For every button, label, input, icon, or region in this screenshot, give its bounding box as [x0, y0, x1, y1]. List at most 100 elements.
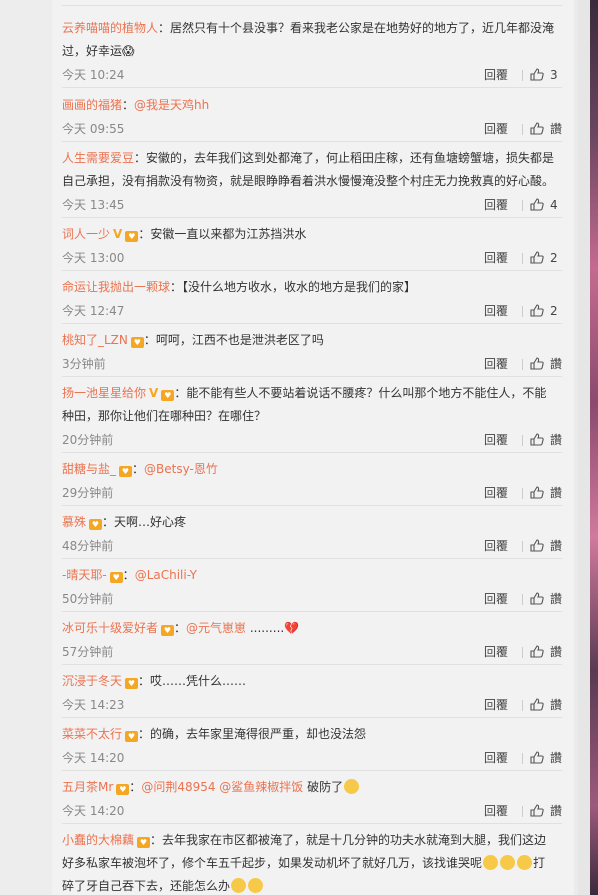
fan-badge-icon: ♥: [89, 519, 103, 530]
thumbs-up-icon: [530, 804, 544, 817]
comment-text: ：能不能有些人不要站着说话不腰疼？什么叫那个地方不能住人，不能: [174, 386, 547, 400]
like-count: 讚: [550, 592, 563, 606]
comment-username[interactable]: 慕殊: [62, 515, 86, 529]
like-button[interactable]: 讚: [530, 640, 562, 664]
thumbs-up-icon: [530, 251, 544, 264]
comment-username[interactable]: 扬一池星星给你: [62, 386, 146, 400]
comment-meta: 29分钟前 回覆 讚: [62, 481, 562, 505]
comment-body: 画画的福猪：@我是天鸡hh: [62, 94, 562, 117]
comment-text: ：天啊…好心疼: [102, 515, 187, 529]
fan-badge-icon: ♥: [125, 231, 139, 242]
reply-button[interactable]: 回覆: [484, 193, 508, 217]
divider: [522, 124, 523, 135]
comment-meta: 57分钟前 回覆 讚: [62, 640, 562, 664]
fan-badge-icon: ♥: [125, 731, 139, 742]
comment-time: 57分钟前: [62, 645, 114, 659]
like-button[interactable]: 讚: [530, 428, 562, 452]
comment-time: 今天 12:47: [62, 304, 125, 318]
mention-link[interactable]: @问荆48954 @鲨鱼辣椒拌饭: [141, 780, 303, 794]
divider: [522, 435, 523, 446]
comment-item: 菜菜不太行 ♥ ：的确，去年家里淹得很严重，却也没法怨 今天 14:20 回覆 讚: [62, 723, 562, 771]
like-count: 2: [550, 251, 558, 265]
crying-emoji-icon: [344, 779, 360, 794]
fan-badge-icon: ♥: [109, 572, 123, 583]
comment-body: -晴天耶- ♥ ：@LaChili-Y: [62, 564, 562, 587]
reply-button[interactable]: 回覆: [484, 693, 508, 717]
like-button[interactable]: 讚: [530, 693, 562, 717]
comment-text-continued: 好多私家车被泡坏了，修个车五千起步，如果发动机坏了就好几万，该找谁哭呢: [62, 856, 483, 870]
comment-text: ：居然只有十个县没事？看来我老公家是在地势好的地方了，近几年都没淹: [158, 21, 555, 35]
like-button[interactable]: 讚: [530, 117, 562, 141]
thumbs-up-icon: [530, 751, 544, 764]
fan-badge-icon: ♥: [119, 466, 133, 477]
comment-body: 词人一少 V ♥ ：安徽一直以来都为江苏挡洪水: [62, 223, 562, 246]
comment-username[interactable]: 菜菜不太行: [62, 727, 122, 741]
mention-link[interactable]: @我是天鸡hh: [134, 98, 209, 112]
like-button[interactable]: 讚: [530, 799, 562, 823]
reply-button[interactable]: 回覆: [484, 63, 508, 87]
comment-meta: 50分钟前 回覆 讚: [62, 587, 562, 611]
reply-button[interactable]: 回覆: [484, 534, 508, 558]
comment-meta: 今天 14:20 回覆 讚: [62, 799, 562, 823]
reply-button[interactable]: 回覆: [484, 428, 508, 452]
comment-username[interactable]: 画画的福猪: [62, 98, 122, 112]
like-button[interactable]: 讚: [530, 481, 562, 505]
like-count: 讚: [550, 122, 563, 136]
thumbs-up-icon: [530, 357, 544, 370]
thumbs-up-icon: [530, 698, 544, 711]
like-button[interactable]: 讚: [530, 587, 562, 611]
like-button[interactable]: 2: [530, 246, 558, 270]
left-gutter: [0, 0, 52, 895]
comment-username[interactable]: 甜糖与盐_: [62, 462, 116, 476]
comment-username[interactable]: 桃知了_LZN: [62, 333, 128, 347]
smile-emoji-icon: [248, 878, 264, 893]
previous-comment-fragment: [62, 0, 562, 6]
thumbs-up-icon: [530, 539, 544, 552]
reply-button[interactable]: 回覆: [484, 799, 508, 823]
comment-username[interactable]: 小蠢的大棉藕: [62, 833, 134, 847]
comment-body: 命运让我抛出一颗球：【没什么地方收水，收水的地方是我们的家】: [62, 276, 562, 299]
fan-badge-icon: ♥: [137, 837, 151, 848]
comment-username[interactable]: 五月茶Mr: [62, 780, 113, 794]
like-button[interactable]: 4: [530, 193, 558, 217]
verified-v-icon: V: [113, 227, 123, 241]
comment-item: 人生需要爱豆：安徽的，去年我们这到处都淹了，何止稻田庄稼，还有鱼塘螃蟹塘，损失都…: [62, 147, 562, 218]
reply-button[interactable]: 回覆: [484, 352, 508, 376]
like-button[interactable]: 讚: [530, 534, 562, 558]
reply-button[interactable]: 回覆: [484, 640, 508, 664]
mention-link[interactable]: @Betsy-恩竹: [144, 462, 218, 476]
comment-username[interactable]: 命运让我抛出一颗球: [62, 280, 170, 294]
like-count: 2: [550, 304, 558, 318]
comment-meta: 今天 13:45 回覆 4: [62, 193, 562, 217]
mention-link[interactable]: @元气崽崽: [186, 621, 246, 635]
reply-button[interactable]: 回覆: [484, 481, 508, 505]
reply-button[interactable]: 回覆: [484, 746, 508, 770]
comment-username[interactable]: 沉浸于冬天: [62, 674, 122, 688]
reply-button[interactable]: 回覆: [484, 299, 508, 323]
divider: [522, 753, 523, 764]
comment-text: ：的确，去年家里淹得很严重，却也没法怨: [138, 727, 367, 741]
comment-username[interactable]: 人生需要爱豆: [62, 151, 134, 165]
reply-button[interactable]: 回覆: [484, 246, 508, 270]
comment-username[interactable]: 词人一少: [62, 227, 110, 241]
like-count: 讚: [550, 357, 563, 371]
like-button[interactable]: 讚: [530, 746, 562, 770]
comment-item: 词人一少 V ♥ ：安徽一直以来都为江苏挡洪水 今天 13:00 回覆 2: [62, 223, 562, 271]
comment-username[interactable]: -晴天耶-: [62, 568, 107, 582]
comment-text: ：安徽一直以来都为江苏挡洪水: [138, 227, 307, 241]
reply-button[interactable]: 回覆: [484, 587, 508, 611]
like-button[interactable]: 2: [530, 299, 558, 323]
reply-button[interactable]: 回覆: [484, 117, 508, 141]
comment-text-after: 破防了: [303, 780, 344, 794]
comment-meta: 20分钟前 回覆 讚: [62, 428, 562, 452]
comment-item: 画画的福猪：@我是天鸡hh 今天 09:55 回覆 讚: [62, 94, 562, 142]
comment-username[interactable]: 冰可乐十级爱好者: [62, 621, 158, 635]
comment-username[interactable]: 云养喵喵的植物人: [62, 21, 158, 35]
mention-link[interactable]: @LaChili-Y: [135, 568, 197, 582]
smile-emoji-icon: [483, 855, 499, 870]
comment-time: 今天 10:24: [62, 68, 125, 82]
comment-text: ：: [122, 98, 135, 112]
like-button[interactable]: 讚: [530, 352, 562, 376]
like-button[interactable]: 3: [530, 63, 558, 87]
comment-body: 小蠢的大棉藕 ♥ ：去年我家在市区都被淹了，就是十几分钟的功夫水就淹到大腿，我们这边…: [62, 829, 562, 895]
